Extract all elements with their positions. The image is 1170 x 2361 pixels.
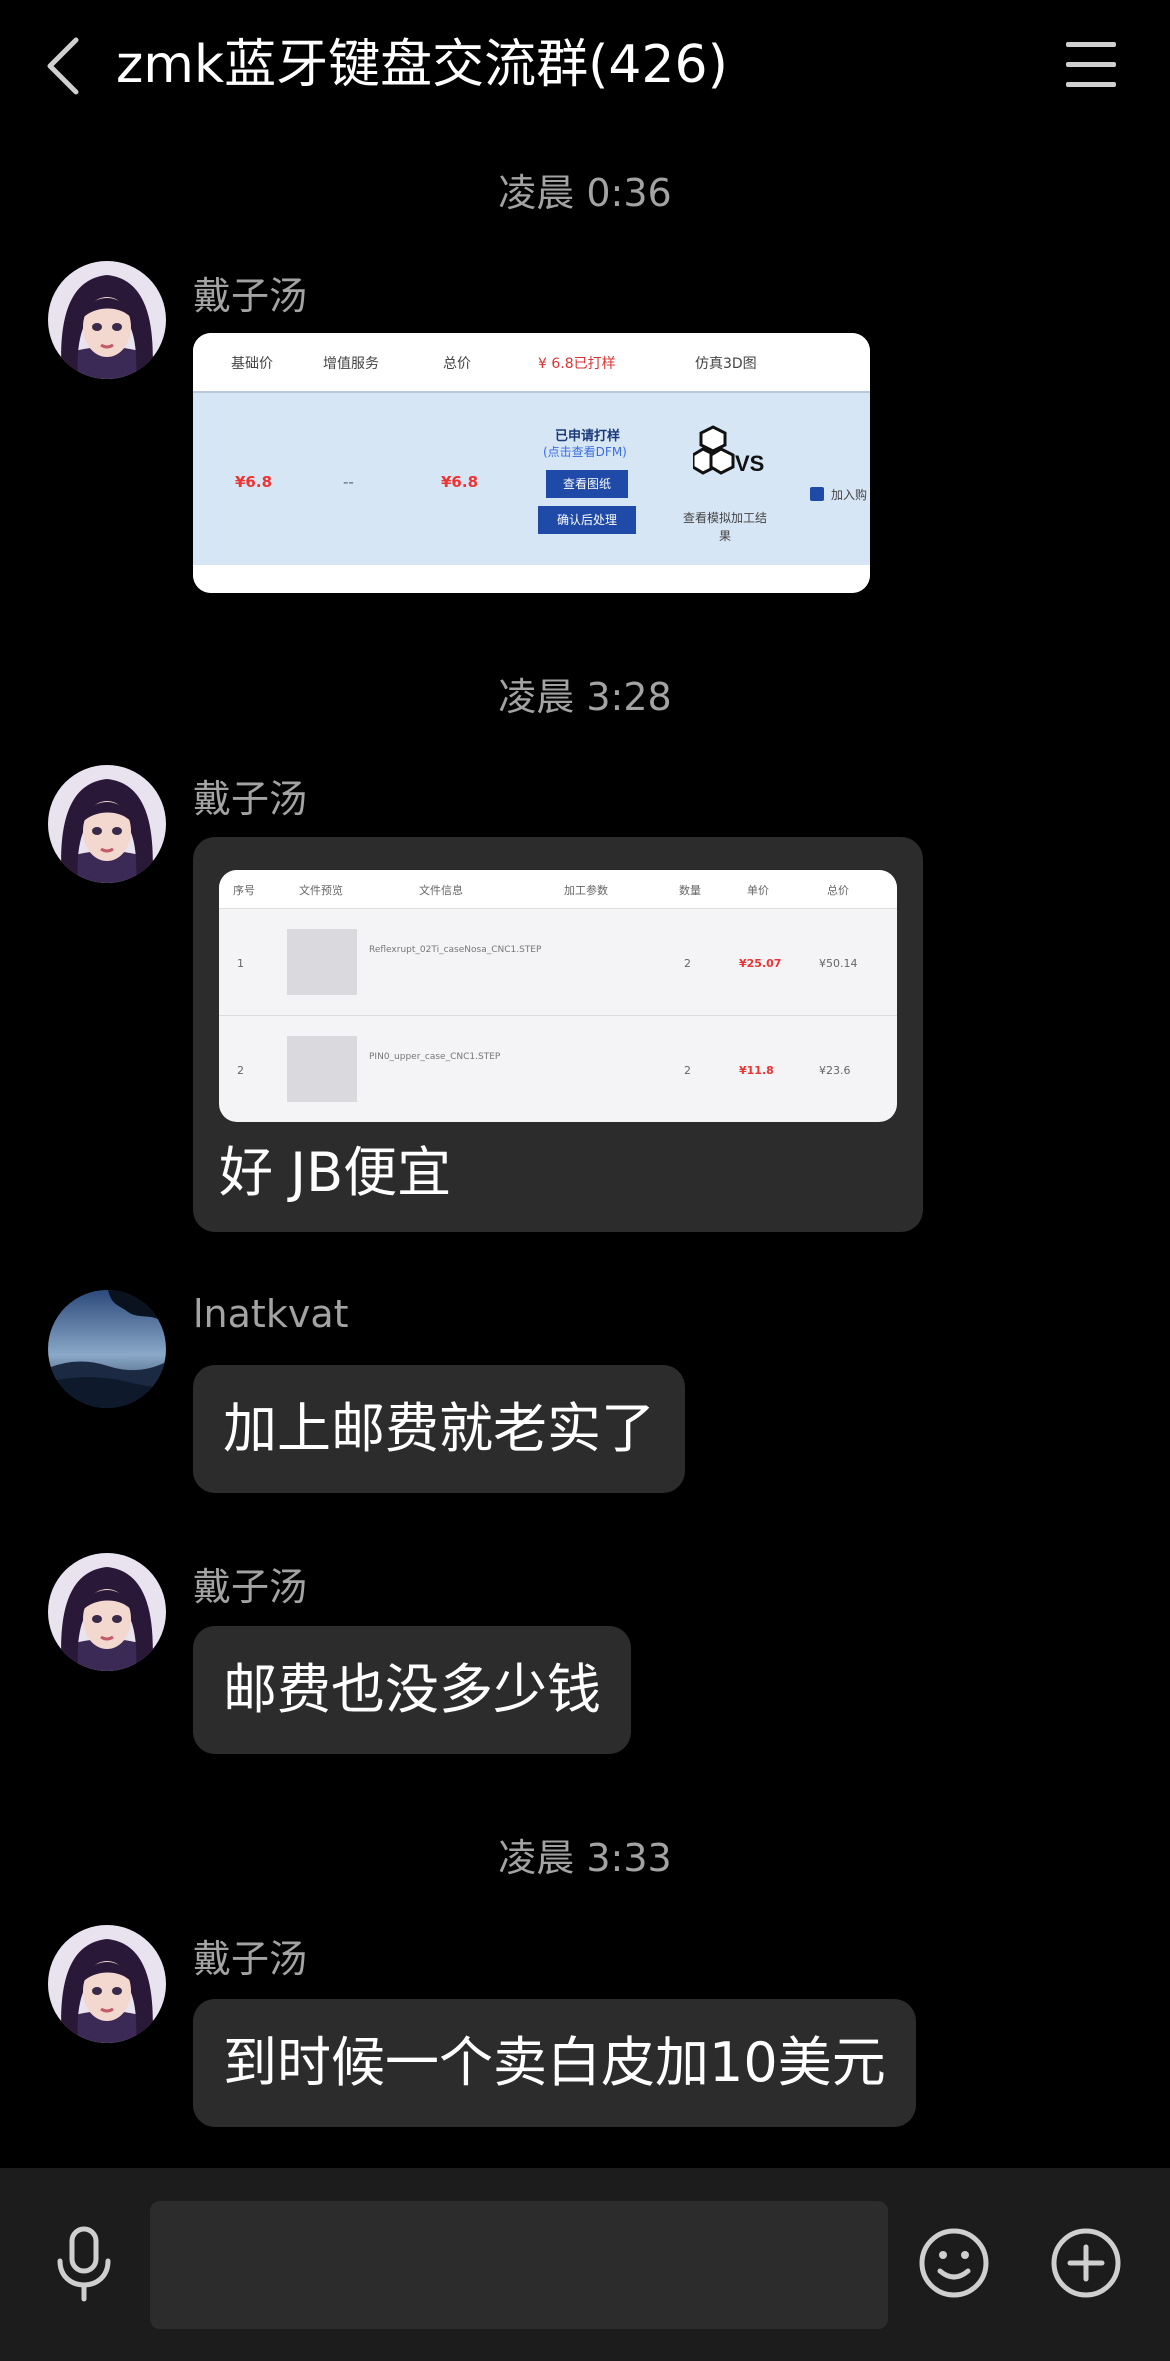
input-bar (0, 2168, 1170, 2361)
service-cell: -- (343, 473, 354, 491)
voice-button[interactable] (42, 2221, 126, 2305)
avatar[interactable] (48, 1290, 166, 1408)
chat-title: zmk蓝牙键盘交流群(426) (116, 35, 728, 95)
emoji-icon (919, 2228, 989, 2298)
chat-menu-button[interactable] (1066, 42, 1116, 88)
price-cell: ¥6.8 (235, 473, 273, 491)
chat-header: zmk蓝牙键盘交流群(426) (0, 0, 1170, 130)
table-header-cell: 增值服务 (323, 356, 379, 372)
chevron-left-icon (47, 37, 79, 95)
sender-name: 戴子汤 (193, 274, 308, 318)
table-header-cell: 总价 (827, 884, 849, 897)
table-header-cell: 基础价 (231, 356, 273, 372)
hamburger-menu-icon (1066, 42, 1116, 47)
avatar[interactable] (48, 765, 166, 883)
sender-name: 戴子汤 (193, 1937, 308, 1981)
message-bubble[interactable]: 序号 文件预览 文件信息 加工参数 数量 单价 总价 1 Reflexrupt_… (193, 837, 923, 1232)
microphone-icon (57, 2226, 111, 2302)
plus-button[interactable] (1044, 2221, 1128, 2305)
anime-girl-avatar (48, 261, 166, 379)
add-label: 加入购 (831, 488, 868, 502)
emoji-button[interactable] (912, 2221, 996, 2305)
plus-circle-icon (1051, 2228, 1121, 2298)
message-image[interactable]: 基础价 增值服务 总价 ¥ 6.8已打样 仿真3D图 ¥6.8 -- ¥6.8 … (193, 333, 870, 593)
cube-vs-icon: VS (693, 425, 764, 476)
dfm-link: (点击查看DFM) (543, 445, 627, 459)
sim-result-text: 查看模拟加工结果 (682, 511, 767, 543)
message-text: 好 JB便宜 (219, 1141, 452, 1204)
view-drawing-button: 查看图纸 (546, 470, 628, 498)
table-header-cell: 单价 (747, 884, 769, 897)
table-header-cell: 数量 (679, 884, 701, 897)
total-cell: ¥6.8 (441, 473, 479, 491)
avatar[interactable] (48, 1553, 166, 1671)
message-bubble[interactable]: 到时候一个卖白皮加10美元 (193, 1999, 916, 2127)
message-bubble[interactable]: 邮费也没多少钱 (193, 1626, 631, 1754)
message-bubble[interactable]: 加上邮费就老实了 (193, 1365, 685, 1493)
timestamp: 凌晨 3:28 (498, 675, 672, 719)
avatar[interactable] (48, 261, 166, 379)
table-row: 2 PIN0_upper_case_CNC1.STEP 2 ¥11.8 ¥23.… (219, 1016, 897, 1122)
add-checkbox (810, 487, 824, 501)
sender-name: 戴子汤 (193, 777, 308, 821)
confirm-button: 确认后处理 (538, 506, 636, 534)
anime-girl-avatar (48, 1925, 166, 2043)
table-header-cell: 文件信息 (419, 884, 463, 897)
anime-girl-avatar (48, 765, 166, 883)
table-header-cell: 仿真3D图 (695, 356, 757, 372)
message-image[interactable]: 序号 文件预览 文件信息 加工参数 数量 单价 总价 1 Reflexrupt_… (219, 870, 897, 1122)
file-thumbnail (287, 1036, 357, 1102)
table-header-cell: ¥ 6.8已打样 (538, 356, 616, 372)
table-row: 1 Reflexrupt_02Ti_caseNosa_CNC1.STEP 2 ¥… (219, 909, 897, 1016)
timestamp: 凌晨 3:33 (498, 1836, 672, 1880)
timestamp: 凌晨 0:36 (498, 171, 672, 215)
table-header-cell: 序号 (233, 884, 255, 897)
table-header-cell: 总价 (443, 356, 471, 372)
table-header-cell: 文件预览 (299, 884, 343, 897)
sender-name: 戴子汤 (193, 1565, 308, 1609)
table-header-cell: 加工参数 (564, 884, 608, 897)
back-button[interactable] (44, 36, 84, 96)
message-input[interactable] (150, 2201, 888, 2329)
file-thumbnail (287, 929, 357, 995)
avatar[interactable] (48, 1925, 166, 2043)
sender-name: lnatkvat (193, 1292, 349, 1336)
anime-girl-avatar (48, 1553, 166, 1671)
landscape-avatar (48, 1290, 166, 1408)
sample-status: 已申请打样 (555, 429, 621, 444)
svg-text:VS: VS (735, 451, 764, 476)
